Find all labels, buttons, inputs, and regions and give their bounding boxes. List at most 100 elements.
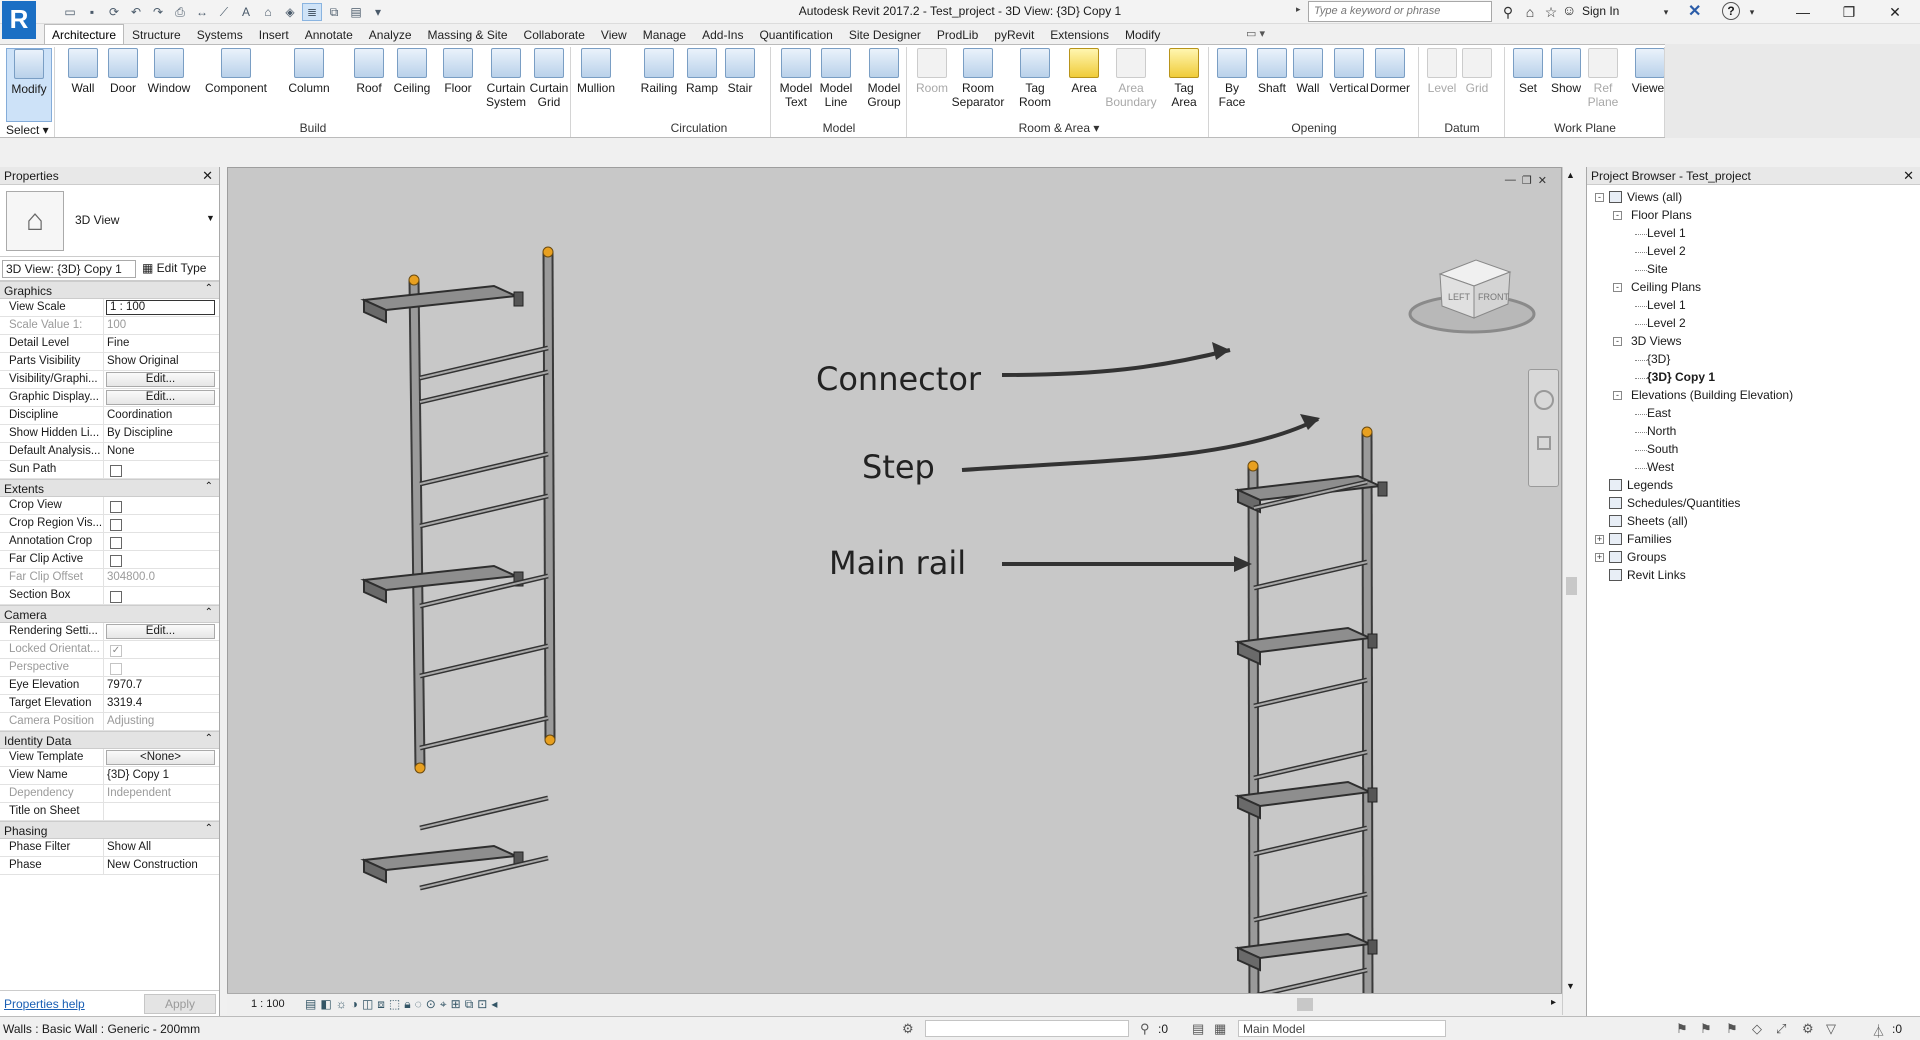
scroll-up-icon[interactable]: ▲ <box>1566 170 1575 180</box>
switch-windows-icon[interactable]: ▤ <box>346 3 366 21</box>
ceiling-button[interactable]: Ceiling <box>392 48 432 122</box>
by-face-button[interactable]: By Face <box>1214 48 1250 122</box>
collapse-icon[interactable]: ⌃ <box>205 823 213 834</box>
search-expand-icon[interactable]: ▸ <box>1296 4 1301 15</box>
tree-expand-icon[interactable]: - <box>1613 283 1622 292</box>
tree-expand-icon[interactable]: + <box>1595 535 1604 544</box>
grid-button[interactable]: Grid <box>1460 48 1494 122</box>
select-links-icon[interactable]: ⚑ <box>1676 1021 1688 1037</box>
project-browser-close-icon[interactable]: ✕ <box>1903 168 1914 184</box>
tree-expand-icon[interactable]: - <box>1613 211 1622 220</box>
editing-requests-icon[interactable]: ⚲ <box>1140 1021 1150 1037</box>
tab-analyze[interactable]: Analyze <box>361 24 420 44</box>
instance-filter-combo[interactable]: 3D View: {3D} Copy 1 <box>2 260 136 278</box>
close-icon[interactable]: ✕ <box>1872 0 1918 24</box>
prop-value[interactable]: Show Original <box>104 353 219 370</box>
user-icon[interactable]: ☺ <box>1562 2 1576 18</box>
scroll-down-icon[interactable]: ▼ <box>1566 981 1575 991</box>
subscription-icon[interactable]: ⌂ <box>1520 2 1540 22</box>
edit-type-button[interactable]: ▦ Edit Type <box>142 261 206 275</box>
tree-node-level-1[interactable]: Level 1 <box>1647 298 1686 312</box>
prop-value[interactable] <box>104 803 219 820</box>
tab-view[interactable]: View <box>593 24 635 44</box>
wall-button[interactable]: Wall <box>68 48 98 122</box>
tree-node-views-all[interactable]: Views (all) <box>1627 190 1682 204</box>
tag-area-button[interactable]: Tag Area <box>1162 48 1206 122</box>
tab-manage[interactable]: Manage <box>635 24 694 44</box>
tree-node-3d-views[interactable]: 3D Views <box>1631 334 1681 348</box>
default-3d-view-icon[interactable]: ⌂ <box>258 3 278 21</box>
tab-architecture[interactable]: Architecture <box>44 24 125 44</box>
tree-node-elevations-building-elevation[interactable]: Elevations (Building Elevation) <box>1631 388 1793 402</box>
prop-edit-button[interactable]: Edit... <box>106 390 215 405</box>
curtain-system-button[interactable]: Curtain System <box>484 48 528 122</box>
floor-button[interactable]: Floor <box>438 48 478 122</box>
prop-value[interactable]: Show All <box>104 839 219 856</box>
exclude-options-icon[interactable]: ▦ <box>1214 1021 1226 1037</box>
tab-systems[interactable]: Systems <box>189 24 251 44</box>
scroll-right-icon[interactable]: ▸ <box>1551 997 1556 1008</box>
tree-node-north[interactable]: North <box>1647 424 1676 438</box>
collapse-icon[interactable]: ⌃ <box>205 481 213 492</box>
tree-node-level-2[interactable]: Level 2 <box>1647 244 1686 258</box>
tree-expand-icon[interactable]: - <box>1595 193 1604 202</box>
tree-node-ceiling-plans[interactable]: Ceiling Plans <box>1631 280 1701 294</box>
temporary-hide-icon[interactable]: ◌ <box>415 997 422 1012</box>
prop-edit-button[interactable]: Edit... <box>106 624 215 639</box>
prop-value[interactable]: Coordination <box>104 407 219 424</box>
vertical-scroll-thumb[interactable] <box>1566 577 1577 595</box>
sign-in-button[interactable]: Sign In <box>1582 4 1619 18</box>
exchange-apps-icon[interactable]: ✕ <box>1688 1 1701 21</box>
prop-checkbox[interactable] <box>110 591 122 603</box>
area-button[interactable]: Area <box>1064 48 1104 122</box>
crop-view-icon[interactable]: ⧈ <box>377 997 385 1012</box>
tree-node-revit-links[interactable]: Revit Links <box>1627 568 1686 582</box>
aligned-dimension-icon[interactable]: ⟋ <box>214 3 234 21</box>
modify-button[interactable]: Modify <box>6 48 52 122</box>
group-graphics[interactable]: Graphics ⌃ <box>0 281 219 299</box>
3d-view-canvas[interactable]: — ❐ ✕ LEFT FRONT Connector Step Main rail <box>227 167 1562 1015</box>
column-button[interactable]: Column <box>284 48 334 122</box>
tree-node-families[interactable]: Families <box>1627 532 1672 546</box>
ref-plane-button[interactable]: Ref Plane <box>1586 48 1620 122</box>
type-dropdown-icon[interactable]: ▼ <box>206 213 215 223</box>
tab-prodlib[interactable]: ProdLib <box>929 24 986 44</box>
highlight-displacement-icon[interactable]: ⧉ <box>465 997 474 1012</box>
tag-icon[interactable]: A <box>236 3 256 21</box>
print-icon[interactable]: ⎙ <box>170 3 190 21</box>
prop-checkbox[interactable] <box>110 501 122 513</box>
group-camera[interactable]: Camera ⌃ <box>0 605 219 623</box>
tree-node-level-2[interactable]: Level 2 <box>1647 316 1686 330</box>
tree-node-legends[interactable]: Legends <box>1627 478 1673 492</box>
active-design-option-combo[interactable]: Main Model <box>1238 1020 1446 1037</box>
tree-node-site[interactable]: Site <box>1647 262 1668 276</box>
redo-icon[interactable]: ↷ <box>148 3 168 21</box>
select-panel-dropdown[interactable]: Select ▾ <box>6 123 49 137</box>
sun-path-icon[interactable]: ☼ <box>336 997 347 1012</box>
drag-on-selection-icon[interactable]: ⤢ <box>1776 1021 1786 1037</box>
tab-pyrevit[interactable]: pyRevit <box>986 24 1042 44</box>
prop-checkbox[interactable] <box>110 537 122 549</box>
component-button[interactable]: Component <box>200 48 272 122</box>
design-options-icon[interactable]: ▤ <box>1192 1021 1204 1037</box>
temporary-view-properties-icon[interactable]: ⌖ <box>440 997 447 1012</box>
tab-massing-site[interactable]: Massing & Site <box>420 24 516 44</box>
binoculars-icon[interactable]: ⚲ <box>1498 2 1518 22</box>
horizontal-scroll-thumb[interactable] <box>1297 998 1313 1011</box>
prop-value[interactable]: New Construction <box>104 857 219 874</box>
tag-room-button[interactable]: Tag Room <box>1012 48 1058 122</box>
sign-in-dropdown-icon[interactable]: ▾ <box>1656 2 1676 22</box>
door-button[interactable]: Door <box>108 48 138 122</box>
tab-quantification[interactable]: Quantification <box>751 24 840 44</box>
zoom-region-icon[interactable] <box>1537 436 1551 450</box>
analytical-model-icon[interactable]: ⊞ <box>451 997 461 1012</box>
group-extents[interactable]: Extents ⌃ <box>0 479 219 497</box>
crop-region-icon[interactable]: ⬚ <box>389 997 400 1012</box>
dormer-button[interactable]: Dormer <box>1368 48 1412 122</box>
set-button[interactable]: Set <box>1510 48 1546 122</box>
tree-node-level-1[interactable]: Level 1 <box>1647 226 1686 240</box>
selection-filter-icon[interactable]: ⏃ <box>1872 1021 1885 1040</box>
detail-level-icon[interactable]: ▤ <box>305 997 316 1012</box>
model-text-button[interactable]: Model Text <box>776 48 816 122</box>
wall-button[interactable]: Wall <box>1290 48 1326 122</box>
